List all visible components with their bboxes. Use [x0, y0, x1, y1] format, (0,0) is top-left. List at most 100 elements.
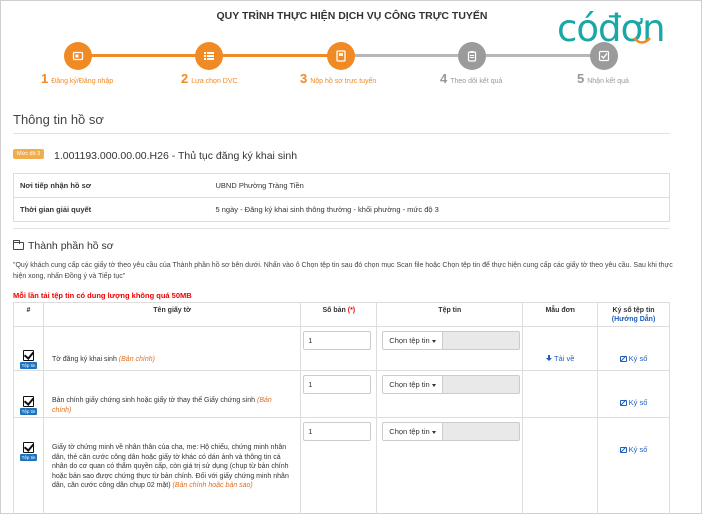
col-copies-header: Số bản (*)	[300, 302, 378, 327]
step-number: 4	[440, 71, 448, 86]
table-row: Tệp tin Giấy tờ chứng minh về nhân thân …	[13, 417, 670, 514]
edit-icon	[619, 355, 627, 362]
check-icon	[598, 50, 610, 62]
choose-file-button[interactable]: Chọn tệp tin	[382, 422, 443, 441]
table-row: Tệp tin Tờ đăng ký khai sinh (Bản chính)…	[13, 326, 670, 371]
row-name-cell: Giấy tờ chứng minh về nhân thân của cha,…	[43, 417, 302, 514]
file-tag: Tệp tin	[19, 362, 38, 369]
choose-file-label: Chọn tệp tin	[389, 336, 430, 345]
procedure-name: Thủ tục đăng ký khai sinh	[177, 150, 298, 162]
row-checkbox[interactable]	[22, 396, 34, 407]
download-label: Tải về	[553, 354, 575, 363]
step-text: Theo dõi kết quả	[450, 78, 503, 85]
documents-table: # Tên giấy tờ Số bản (*) Tệp tin Mẫu đơn…	[13, 302, 670, 514]
step-number: 5	[577, 71, 585, 86]
sign-label: Ký số	[628, 354, 648, 363]
document-note: (Bản chính hoặc bản sao)	[172, 482, 253, 489]
info-row: Nơi tiếp nhận hồ sơ UBND Phường Tràng Tiề…	[13, 173, 670, 198]
download-template-link[interactable]: Tải về	[523, 354, 597, 363]
level-badge: Mức độ 3	[13, 149, 45, 159]
components-title: Thành phần hồ sơ	[13, 240, 114, 252]
choose-file-button[interactable]: Chọn tệp tin	[382, 375, 443, 394]
step-1-circle[interactable]	[64, 42, 92, 70]
row-check-cell: Tệp tin	[13, 370, 44, 418]
document-name-text: Bản chính giấy chứng sinh hoặc giấy tờ t…	[51, 397, 256, 404]
required-mark: (*)	[347, 307, 356, 314]
row-checkbox[interactable]	[22, 350, 34, 361]
step-3-label[interactable]: 3 Nộp hồ sơ trực tuyến	[300, 71, 376, 86]
step-3-circle[interactable]	[327, 42, 355, 70]
choose-file-label: Chọn tệp tin	[389, 427, 430, 436]
divider	[13, 228, 670, 229]
instructions-text: "Quý khách cung cấp các giấy tờ theo yêu…	[13, 262, 673, 280]
table-header-row: # Tên giấy tờ Số bản (*) Tệp tin Mẫu đơn…	[13, 302, 670, 327]
step-5-circle[interactable]	[590, 42, 618, 70]
step-number: 2	[181, 71, 189, 86]
row-checkbox[interactable]	[22, 442, 34, 453]
info-row: Thời gian giải quyết 5 ngày - Đăng ký kha…	[14, 198, 670, 222]
step-1-label[interactable]: 1 Đăng ký/Đăng nhập	[41, 71, 113, 86]
document-name-text: Giấy tờ chứng minh về nhân thân của cha,…	[51, 444, 289, 489]
upload-size-warning: Mỗi lần tải tệp tin có dung lượng không …	[13, 291, 192, 300]
caret-down-icon	[431, 383, 436, 387]
col-sign-header: Ký số tệp tin (Hướng Dẫn)	[597, 302, 670, 327]
choose-file-label: Chọn tệp tin	[389, 380, 430, 389]
document-note: (Bản chính)	[118, 356, 155, 363]
file-tag: Tệp tin	[19, 454, 38, 461]
components-title-text: Thành phần hồ sơ	[28, 240, 114, 252]
row-file-cell: Chọn tệp tin	[376, 417, 524, 514]
row-template-cell: Tải về	[522, 326, 599, 371]
document-name: Tờ đăng ký khai sinh (Bản chính)	[52, 355, 292, 365]
col-file-header: Tệp tin	[376, 302, 524, 327]
section-title: Thông tin hồ sơ	[13, 112, 104, 127]
procedure-info-table: Nơi tiếp nhận hồ sơ UBND Phường Tràng Tiề…	[13, 173, 670, 222]
logo-smile-icon	[633, 37, 651, 44]
file-tag: Tệp tin	[19, 408, 38, 415]
copies-input[interactable]: 1	[303, 375, 372, 394]
col-template-header: Mẫu đơn	[522, 302, 599, 327]
step-4-label[interactable]: 4 Theo dõi kết quả	[440, 71, 502, 86]
step-text: Đăng ký/Đăng nhập	[51, 78, 114, 85]
copies-input[interactable]: 1	[303, 331, 372, 350]
file-name-field[interactable]	[442, 422, 520, 441]
col-sign-label: Ký số tệp tin	[612, 307, 655, 314]
codon-logo: cóđơn	[557, 9, 699, 49]
file-name-field[interactable]	[442, 331, 520, 350]
sign-file-link[interactable]: Ký số	[598, 398, 669, 407]
choose-file-button[interactable]: Chọn tệp tin	[382, 331, 443, 350]
step-2-label[interactable]: 2 Lựa chọn DVC	[181, 71, 238, 86]
table-row: Tệp tin Bản chính giấy chứng sinh hoặc g…	[13, 370, 670, 418]
file-name-field[interactable]	[442, 375, 520, 394]
step-text: Lựa chọn DVC	[191, 78, 238, 85]
row-sign-cell: Ký số	[597, 370, 670, 418]
divider	[13, 133, 670, 134]
step-2-circle[interactable]	[195, 42, 223, 70]
row-sign-cell: Ký số	[597, 417, 670, 514]
sign-file-link[interactable]: Ký số	[598, 445, 669, 454]
login-icon	[72, 51, 84, 61]
clipboard-icon	[467, 51, 477, 62]
sign-guide-link[interactable]: (Hướng Dẫn)	[598, 315, 669, 324]
caret-down-icon	[431, 339, 436, 343]
row-template-cell	[522, 370, 599, 418]
col-number-header: #	[13, 302, 44, 327]
row-sign-cell: Ký số	[597, 326, 670, 371]
document-name: Giấy tờ chứng minh về nhân thân của cha,…	[52, 443, 292, 491]
caret-down-icon	[431, 430, 436, 434]
row-name-cell: Bản chính giấy chứng sinh hoặc giấy tờ t…	[43, 370, 302, 418]
edit-icon	[619, 446, 627, 453]
procedure-code: 1.001193.000.00.00.H26	[54, 150, 169, 162]
step-number: 3	[300, 71, 308, 86]
copies-input[interactable]: 1	[303, 422, 372, 441]
folder-icon	[13, 240, 24, 250]
document-name-text: Tờ đăng ký khai sinh	[51, 356, 117, 363]
info-key: Thời gian giải quyết	[20, 205, 92, 214]
sign-file-link[interactable]: Ký số	[598, 354, 669, 363]
step-text: Nhận kết quả	[587, 78, 629, 85]
procedure-title: 1.001193.000.00.00.H26 - Thủ tục đăng ký…	[54, 150, 297, 162]
info-value: UBND Phường Tràng Tiền	[209, 173, 670, 198]
info-value: 5 ngày - Đăng ký khai sinh thông thường …	[215, 205, 439, 214]
step-number: 1	[41, 71, 49, 86]
step-4-circle[interactable]	[458, 42, 486, 70]
step-5-label[interactable]: 5 Nhận kết quả	[577, 71, 629, 86]
